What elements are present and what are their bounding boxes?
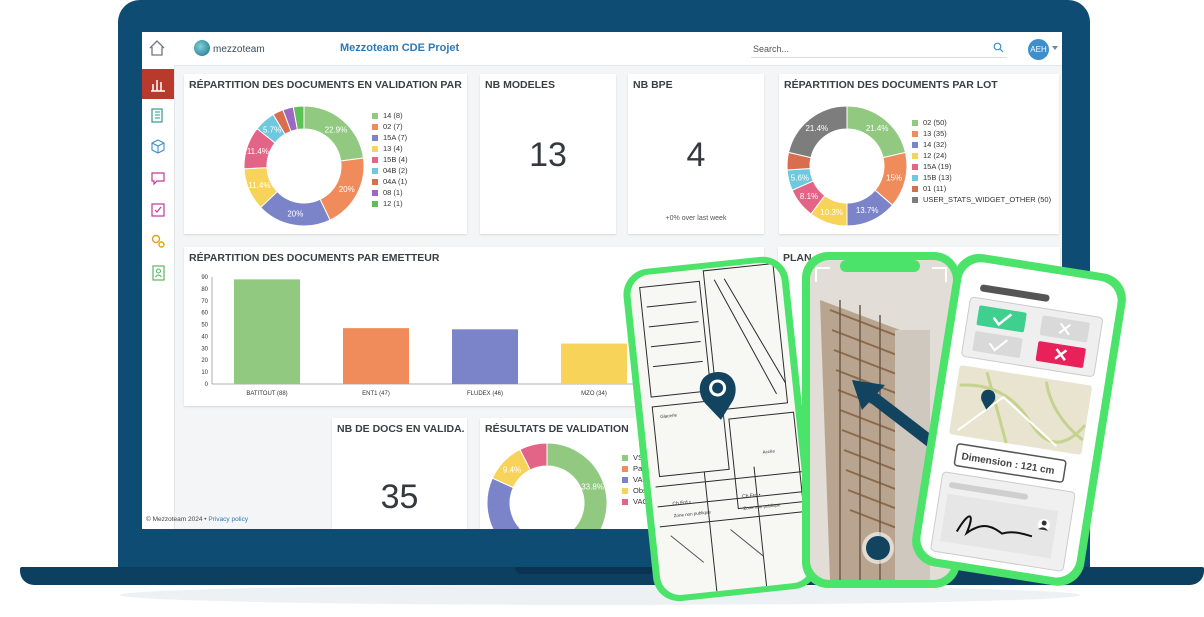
phone-blueprint: Ch.Frd • Ch.Frd • Zone non publique Zone… bbox=[623, 256, 819, 602]
phone-mockups: Ch.Frd • Ch.Frd • Zone non publique Zone… bbox=[623, 252, 1126, 602]
shutter-button[interactable] bbox=[862, 532, 894, 564]
